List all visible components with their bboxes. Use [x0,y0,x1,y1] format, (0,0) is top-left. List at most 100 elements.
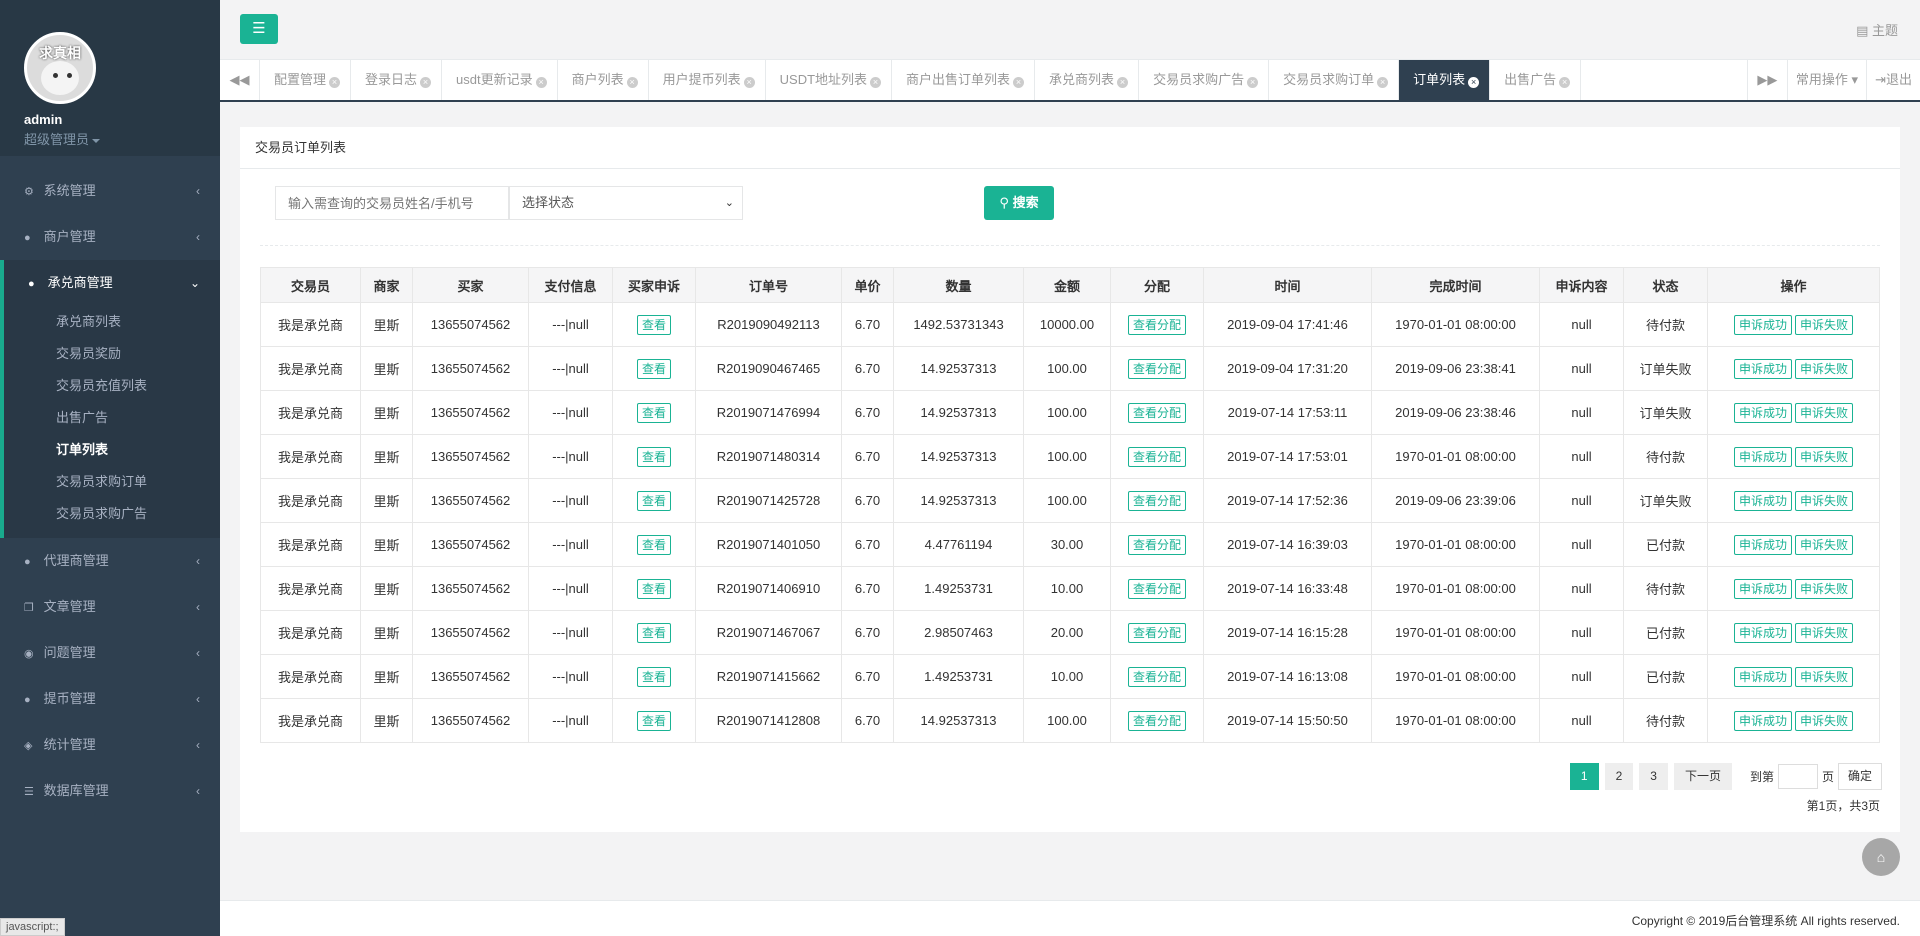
view-appeal-button[interactable]: 查看 [636,534,671,555]
page-button-3[interactable]: 3 [1639,763,1668,790]
tab-acceptor-list[interactable]: 承兑商列表 × [1035,60,1140,100]
submenu-item-trader-reward[interactable]: 交易员奖励 [4,338,220,370]
sidebar-item-question[interactable]: ◉ 问题管理 ‹ [0,630,220,676]
appeal-fail-button[interactable]: 申诉失败 [1795,622,1854,643]
view-appeal-button[interactable]: 查看 [636,402,671,423]
status-select[interactable]: 选择状态 ⌄ [509,186,743,220]
cell-order-no: R2019071480314 [695,434,842,479]
bars-icon[interactable]: ☰ [240,14,278,44]
appeal-success-button[interactable]: 申诉成功 [1733,402,1792,423]
tab-login-log[interactable]: 登录日志 × [351,60,443,100]
close-icon[interactable]: × [1559,77,1571,88]
search-input[interactable] [275,186,509,220]
close-icon[interactable]: × [1013,77,1025,88]
tab-trader-buy-orders[interactable]: 交易员求购订单 × [1269,60,1400,100]
sidebar-item-stats[interactable]: ◈ 统计管理 ‹ [0,722,220,768]
view-appeal-button[interactable]: 查看 [636,490,671,511]
sidebar-item-agent[interactable]: ● 代理商管理 ‹ [0,538,220,584]
tab-merchant-list[interactable]: 商户列表 × [558,60,649,100]
view-assign-button[interactable]: 查看分配 [1127,710,1186,731]
appeal-fail-button[interactable]: 申诉失败 [1795,578,1854,599]
appeal-fail-button[interactable]: 申诉失败 [1795,710,1854,731]
view-assign-button[interactable]: 查看分配 [1127,666,1186,687]
page-button-1[interactable]: 1 [1569,763,1599,790]
view-appeal-button[interactable]: 查看 [636,314,671,335]
appeal-fail-button[interactable]: 申诉失败 [1795,490,1854,511]
view-appeal-button[interactable]: 查看 [636,446,671,467]
view-appeal-button[interactable]: 查看 [636,710,671,731]
submenu-item-trader-buy-orders[interactable]: 交易员求购订单 [4,466,220,498]
next-page-button[interactable]: 下一页 [1673,763,1732,790]
view-assign-button[interactable]: 查看分配 [1127,402,1186,423]
close-icon[interactable]: × [535,77,547,88]
appeal-fail-button[interactable]: 申诉失败 [1795,534,1854,555]
admin-role-dropdown[interactable]: 超级管理员 [24,129,220,148]
page-button-2[interactable]: 2 [1604,763,1634,790]
view-assign-button[interactable]: 查看分配 [1127,534,1186,555]
theme-button[interactable]: ▤ 主题 [1856,20,1898,39]
submenu-item-acceptor-list[interactable]: 承兑商列表 [4,306,220,338]
appeal-success-button[interactable]: 申诉成功 [1733,534,1792,555]
view-assign-button[interactable]: 查看分配 [1127,578,1186,599]
submenu-item-order-list[interactable]: 订单列表 [4,434,220,466]
appeal-success-button[interactable]: 申诉成功 [1733,578,1792,599]
tab-sell-ads[interactable]: 出售广告 × [1490,60,1582,100]
common-ops-dropdown[interactable]: 常用操作 ▾ [1786,60,1866,100]
view-assign-button[interactable]: 查看分配 [1127,314,1186,335]
close-icon[interactable]: × [1377,77,1389,88]
cell-actions: 申诉成功 申诉失败 [1707,610,1880,655]
view-assign-button[interactable]: 查看分配 [1127,446,1186,467]
tab-user-withdraw[interactable]: 用户提币列表 × [649,60,766,100]
view-assign-button[interactable]: 查看分配 [1127,622,1186,643]
appeal-success-button[interactable]: 申诉成功 [1733,446,1792,467]
view-appeal-button[interactable]: 查看 [636,578,671,599]
logout-button[interactable]: ⇥退出 [1866,60,1920,100]
view-assign-button[interactable]: 查看分配 [1127,490,1186,511]
submenu-item-trader-buy-ads[interactable]: 交易员求购广告 [4,498,220,530]
appeal-success-button[interactable]: 申诉成功 [1733,314,1792,335]
view-appeal-button[interactable]: 查看 [636,358,671,379]
view-assign-button[interactable]: 查看分配 [1127,358,1186,379]
close-icon[interactable]: × [1117,77,1129,88]
close-icon[interactable]: × [743,77,755,88]
home-icon[interactable]: ⌂ [1862,838,1900,876]
goto-page-input[interactable] [1777,764,1818,789]
tab-order-list[interactable]: 订单列表 × [1399,60,1491,100]
view-appeal-button[interactable]: 查看 [636,666,671,687]
appeal-success-button[interactable]: 申诉成功 [1733,490,1792,511]
appeal-success-button[interactable]: 申诉成功 [1733,622,1792,643]
tab-config[interactable]: 配置管理 × [260,60,352,100]
submenu-item-sell-ads[interactable]: 出售广告 [4,402,220,434]
goto-confirm-button[interactable]: 确定 [1837,763,1882,790]
appeal-fail-button[interactable]: 申诉失败 [1795,358,1854,379]
appeal-fail-button[interactable]: 申诉失败 [1795,666,1854,687]
close-icon[interactable]: × [626,77,638,88]
close-icon[interactable]: × [1247,77,1259,88]
sidebar-item-database[interactable]: ☰ 数据库管理 ‹ [0,768,220,814]
sidebar-item-acceptor[interactable]: ● 承兑商管理 ⌄ [0,260,220,306]
close-icon[interactable]: × [870,77,882,88]
close-icon[interactable]: × [1468,77,1480,88]
sidebar-item-system[interactable]: ⚙ 系统管理 ‹ [0,168,220,214]
appeal-success-button[interactable]: 申诉成功 [1733,666,1792,687]
close-icon[interactable]: × [420,77,432,88]
appeal-success-button[interactable]: 申诉成功 [1733,358,1792,379]
appeal-fail-button[interactable]: 申诉失败 [1795,402,1854,423]
tab-merchant-sell-orders[interactable]: 商户出售订单列表 × [892,60,1036,100]
sidebar-item-article[interactable]: ❐ 文章管理 ‹ [0,584,220,630]
tab-usdt-address[interactable]: USDT地址列表 × [766,60,893,100]
sidebar-item-withdraw[interactable]: ● 提币管理 ‹ [0,676,220,722]
tab-trader-buy-ads[interactable]: 交易员求购广告 × [1139,60,1270,100]
submenu-item-trader-recharge[interactable]: 交易员充值列表 [4,370,220,402]
forward-icon[interactable]: ▶▶ [1746,60,1787,100]
view-appeal-button[interactable]: 查看 [636,622,671,643]
appeal-fail-button[interactable]: 申诉失败 [1795,446,1854,467]
tab-usdt-update[interactable]: usdt更新记录 × [442,60,558,100]
backward-icon[interactable]: ◀◀ [220,60,260,100]
appeal-fail-button[interactable]: 申诉失败 [1795,314,1854,335]
avatar[interactable]: 求真相 [24,32,96,104]
close-icon[interactable]: × [329,77,341,88]
search-button[interactable]: ⚲ 搜索 [984,186,1054,220]
sidebar-item-merchant[interactable]: ● 商户管理 ‹ [0,214,220,260]
appeal-success-button[interactable]: 申诉成功 [1733,710,1792,731]
